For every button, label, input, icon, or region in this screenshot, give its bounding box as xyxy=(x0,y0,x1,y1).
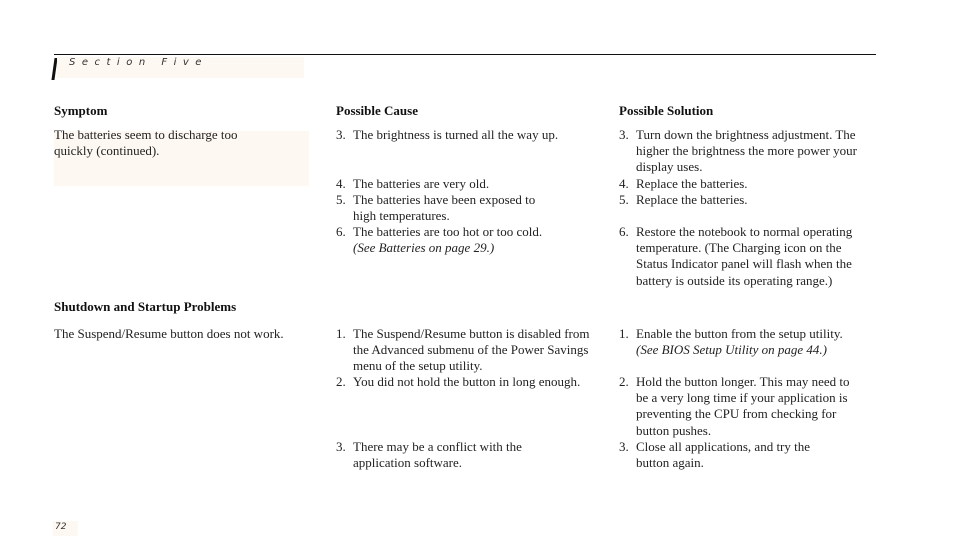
item-text: The batteries are too hot or too cold. (S… xyxy=(353,224,615,256)
item-text: Replace the batteries. xyxy=(636,192,898,208)
item-line: high temperatures. xyxy=(353,208,450,224)
item-line: temperature. (The Charging icon on the xyxy=(636,240,842,256)
item-line: There may be a conflict with the xyxy=(353,439,522,454)
item-line: Turn down the brightness adjustment. The xyxy=(636,127,856,142)
symptom-line: quickly (continued). xyxy=(54,143,160,159)
item-text: Close all applications, and try the butto… xyxy=(636,439,898,471)
item-text: The batteries are very old. xyxy=(353,176,615,192)
item-text: The Suspend/Resume button is disabled fr… xyxy=(353,326,615,375)
item-line: the Advanced submenu of the Power Saving… xyxy=(353,342,589,358)
item-line: The batteries are too hot or too cold. xyxy=(353,224,543,239)
item-line: Close all applications, and try the xyxy=(636,439,811,454)
item-line: be a very long time if your application … xyxy=(636,390,848,406)
item-line: Status Indicator panel will flash when t… xyxy=(636,256,852,272)
item-number: 6. xyxy=(336,224,346,239)
item-line: application software. xyxy=(353,455,463,471)
item-text: Enable the button from the setup utility… xyxy=(636,326,898,358)
item-number: 3. xyxy=(619,127,629,142)
item-line: button again. xyxy=(636,455,704,471)
column-header-cause: Possible Cause xyxy=(336,103,418,118)
item-number: 2. xyxy=(336,374,346,389)
item-text: Hold the button longer. This may need to… xyxy=(636,374,898,439)
item-line: Replace the batteries. xyxy=(636,192,748,207)
page-reference: (See BIOS Setup Utility on page 44.) xyxy=(636,342,827,358)
item-number: 1. xyxy=(336,326,346,341)
item-line: menu of the setup utility. xyxy=(353,358,483,374)
shutdown-section-title: Shutdown and Startup Problems xyxy=(54,299,237,314)
item-number: 5. xyxy=(336,192,346,207)
item-number: 3. xyxy=(336,127,346,142)
item-line: button pushes. xyxy=(636,422,712,438)
item-line: battery is outside its operating range.) xyxy=(636,272,833,288)
item-text: The batteries have been exposed to high t… xyxy=(353,192,615,224)
item-number: 6. xyxy=(619,224,629,239)
section-label: Section Five xyxy=(69,57,208,68)
item-line: higher the brightness the more power you… xyxy=(636,143,857,159)
page-reference: (See Batteries on page 29.) xyxy=(353,240,495,256)
item-text: There may be a conflict with the applicat… xyxy=(353,439,615,471)
item-line: The batteries have been exposed to xyxy=(353,192,536,207)
item-number: 1. xyxy=(619,326,629,341)
symptom-line: The batteries seem to discharge too xyxy=(54,127,238,142)
item-number: 4. xyxy=(619,176,629,191)
item-number: 2. xyxy=(619,374,629,389)
item-text: The brightness is turned all the way up. xyxy=(353,127,615,143)
item-line: You did not hold the button in long enou… xyxy=(353,374,581,389)
item-line: The batteries are very old. xyxy=(353,176,490,191)
item-line: Restore the notebook to normal operating xyxy=(636,224,853,239)
item-number: 3. xyxy=(619,439,629,454)
item-line: Enable the button from the setup utility… xyxy=(636,326,843,341)
column-header-solution: Possible Solution xyxy=(619,103,714,118)
item-text: Restore the notebook to normal operating… xyxy=(636,224,898,289)
item-text: Replace the batteries. xyxy=(636,176,898,192)
item-line: display uses. xyxy=(636,159,703,175)
item-line: The brightness is turned all the way up. xyxy=(353,127,559,142)
column-header-symptom: Symptom xyxy=(54,103,108,118)
page-number: 72 xyxy=(55,522,67,532)
item-line: Hold the button longer. This may need to xyxy=(636,374,850,389)
item-text: Turn down the brightness adjustment. The… xyxy=(636,127,898,176)
battery-symptom: The batteries seem to discharge too quic… xyxy=(54,127,238,159)
item-number: 3. xyxy=(336,439,346,454)
item-text: You did not hold the button in long enou… xyxy=(353,374,615,390)
header-rule xyxy=(54,54,876,55)
shutdown-symptom: The Suspend/Resume button does not work. xyxy=(54,326,284,341)
item-number: 4. xyxy=(336,176,346,191)
item-line: The Suspend/Resume button is disabled fr… xyxy=(353,326,590,341)
item-line: Replace the batteries. xyxy=(636,176,748,191)
item-number: 5. xyxy=(619,192,629,207)
item-line: preventing the CPU from checking for xyxy=(636,406,837,422)
